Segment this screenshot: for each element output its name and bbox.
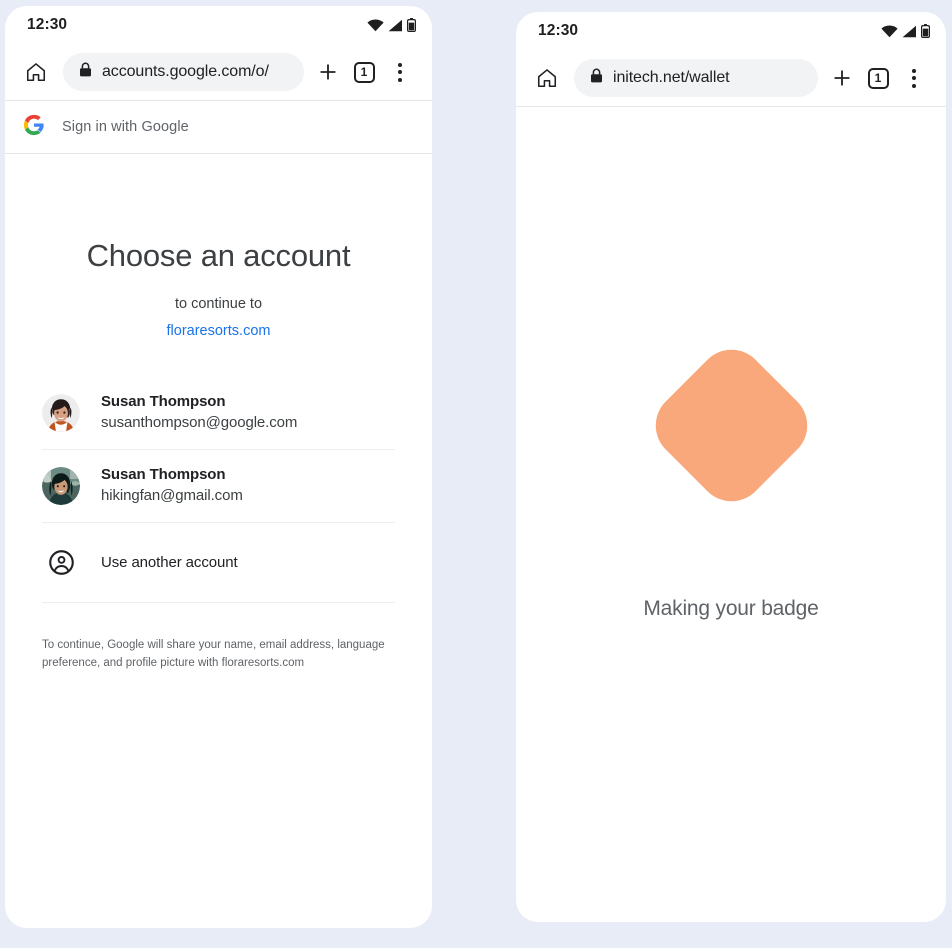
badge-placeholder-shape bbox=[641, 335, 821, 516]
header-divider bbox=[5, 153, 432, 154]
wifi-icon bbox=[881, 25, 898, 38]
account-info: Susan Thompson hikingfan@gmail.com bbox=[101, 464, 243, 507]
tab-count-label: 1 bbox=[867, 67, 889, 89]
kebab-menu-icon[interactable] bbox=[382, 54, 418, 90]
home-icon[interactable] bbox=[19, 55, 53, 89]
tab-count-label: 1 bbox=[353, 61, 375, 83]
wallet-loading-page: Making your badge bbox=[516, 107, 946, 922]
google-g-logo bbox=[23, 114, 45, 141]
account-chooser: Choose an account to continue to florare… bbox=[5, 238, 432, 672]
lock-icon bbox=[79, 62, 92, 82]
account-list: Susan Thompson susanthompson@google.com bbox=[42, 377, 395, 604]
status-bar-clock: 12:30 bbox=[27, 16, 68, 33]
use-another-account-row[interactable]: Use another account bbox=[42, 523, 395, 604]
status-bar-right: 12:30 bbox=[516, 12, 946, 50]
omnibox-right[interactable]: initech.net/wallet bbox=[574, 59, 818, 97]
wifi-icon bbox=[367, 19, 384, 32]
signal-icon bbox=[388, 19, 403, 32]
signal-icon bbox=[902, 25, 917, 38]
list-item[interactable]: Susan Thompson susanthompson@google.com bbox=[42, 377, 395, 451]
list-item[interactable]: Susan Thompson hikingfan@gmail.com bbox=[42, 450, 395, 524]
battery-icon bbox=[407, 18, 416, 32]
kebab-menu-icon[interactable] bbox=[896, 60, 932, 96]
screenshot-stage: 12:30 accounts.google.com/o/ 1 Sign in w… bbox=[0, 0, 952, 948]
account-circle-icon bbox=[42, 543, 80, 581]
page-title: Choose an account bbox=[86, 238, 351, 273]
use-another-account-label: Use another account bbox=[101, 553, 238, 571]
tab-counter-button[interactable]: 1 bbox=[346, 54, 382, 90]
status-bar-clock: 12:30 bbox=[538, 22, 579, 39]
lock-icon bbox=[590, 68, 603, 88]
avatar bbox=[42, 466, 80, 505]
account-name: Susan Thompson bbox=[101, 466, 226, 484]
url-text: accounts.google.com/o/ bbox=[102, 63, 269, 80]
phone-right: 12:30 initech.net/wallet 1 Making your b… bbox=[516, 12, 946, 922]
google-signin-label: Sign in with Google bbox=[62, 119, 189, 135]
continue-domain-link[interactable]: floraresorts.com bbox=[5, 323, 432, 339]
phone-left: 12:30 accounts.google.com/o/ 1 Sign in w… bbox=[5, 6, 432, 928]
plus-icon[interactable] bbox=[310, 54, 346, 90]
account-email: hikingfan@gmail.com bbox=[101, 487, 243, 505]
battery-icon bbox=[921, 24, 930, 38]
status-bar-icons bbox=[367, 18, 416, 32]
home-icon[interactable] bbox=[530, 61, 564, 95]
status-bar-left: 12:30 bbox=[5, 6, 432, 44]
google-signin-header: Sign in with Google bbox=[5, 101, 432, 153]
continue-subtitle: to continue to bbox=[174, 296, 263, 312]
browser-toolbar-left: accounts.google.com/o/ 1 bbox=[5, 44, 432, 100]
omnibox-left[interactable]: accounts.google.com/o/ bbox=[63, 53, 304, 91]
status-bar-icons bbox=[881, 24, 930, 38]
avatar bbox=[42, 393, 80, 432]
consent-text: To continue, Google will share your name… bbox=[42, 639, 385, 670]
plus-icon[interactable] bbox=[824, 60, 860, 96]
tab-counter-button[interactable]: 1 bbox=[860, 60, 896, 96]
account-name: Susan Thompson bbox=[101, 393, 226, 410]
browser-toolbar-right: initech.net/wallet 1 bbox=[516, 50, 946, 106]
account-info: Susan Thompson susanthompson@google.com bbox=[101, 391, 297, 434]
account-email: susanthompson@google.com bbox=[101, 414, 298, 432]
loading-status-text: Making your badge bbox=[643, 597, 819, 620]
url-text: initech.net/wallet bbox=[613, 69, 730, 86]
